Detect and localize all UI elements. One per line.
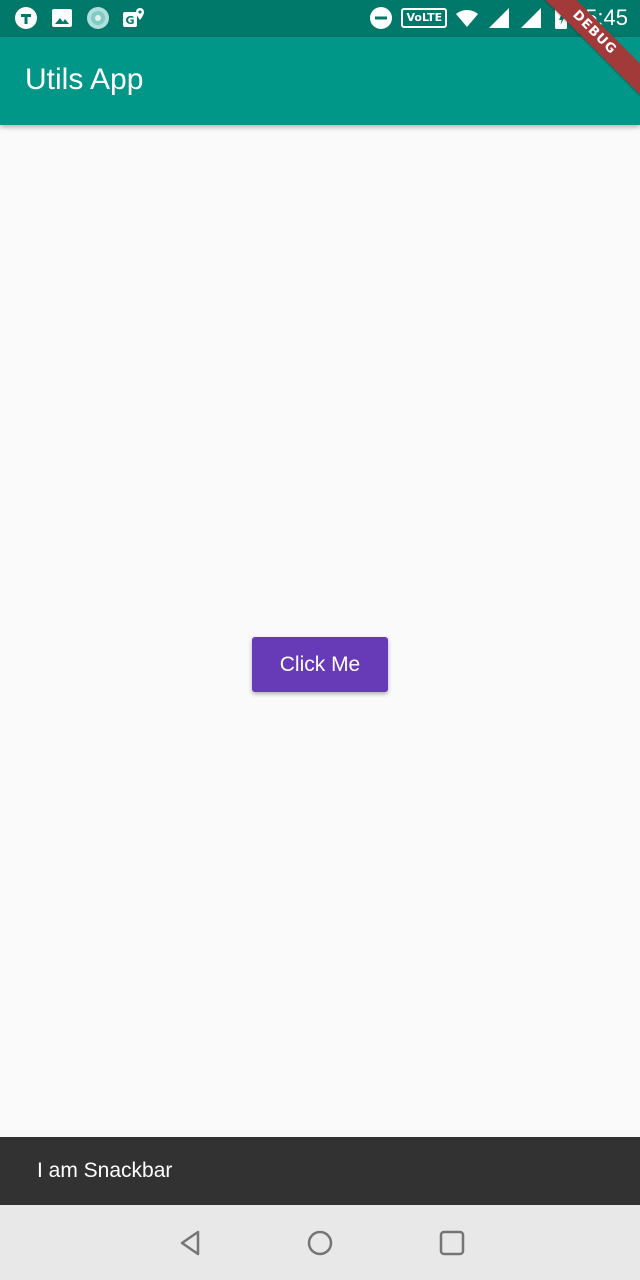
navigation-bar bbox=[0, 1205, 640, 1280]
click-me-button[interactable]: Click Me bbox=[252, 637, 388, 692]
page-title: Utils App bbox=[25, 63, 144, 96]
svg-text:G: G bbox=[126, 14, 135, 27]
signal-icon bbox=[519, 6, 543, 30]
screen: G VoLTE 5:45 DEBUG Utils App Click Me I … bbox=[0, 0, 640, 1280]
home-icon[interactable] bbox=[304, 1227, 336, 1259]
volte-badge: VoLTE bbox=[401, 8, 448, 28]
status-bar: G VoLTE 5:45 bbox=[0, 0, 640, 37]
signal-icon bbox=[487, 6, 511, 30]
wifi-icon bbox=[455, 6, 479, 30]
status-left-icons: G bbox=[14, 4, 146, 32]
snackbar: I am Snackbar bbox=[0, 1137, 640, 1205]
do-not-disturb-icon bbox=[369, 6, 393, 30]
snackbar-message: I am Snackbar bbox=[37, 1159, 173, 1182]
app-bar: Utils App bbox=[0, 37, 640, 125]
map-pin-icon: G bbox=[122, 6, 146, 30]
t-app-icon bbox=[14, 6, 38, 30]
circle-app-icon bbox=[86, 6, 110, 30]
image-icon bbox=[50, 6, 74, 30]
recents-icon[interactable] bbox=[436, 1227, 468, 1259]
back-icon[interactable] bbox=[174, 1227, 206, 1259]
